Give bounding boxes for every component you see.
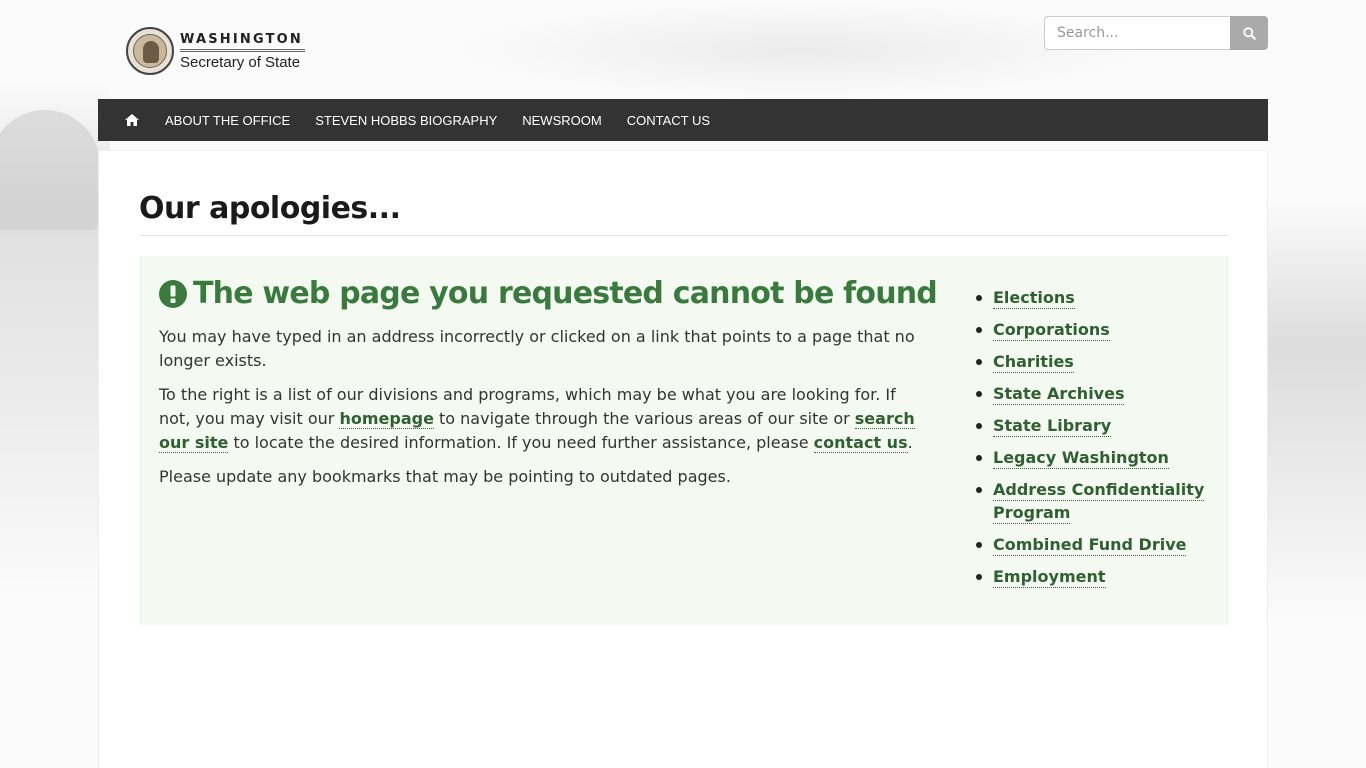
exclamation-circle-icon [159,279,187,308]
link-corporations[interactable]: Corporations [993,320,1110,341]
list-item: Legacy Washington [975,446,1215,469]
link-legacy-washington[interactable]: Legacy Washington [993,448,1169,469]
search-form [1044,16,1268,50]
logo-secretary-of-state: Secretary of State [180,53,301,71]
background-trees [1266,200,1366,620]
error-paragraph-3: Please update any bookmarks that may be … [159,467,731,486]
link-elections[interactable]: Elections [993,288,1075,309]
contact-us-link[interactable]: contact us [813,433,908,453]
nav-about-the-office[interactable]: ABOUT THE OFFICE [165,113,290,128]
main-content: Our apologies... The web page you reques… [98,150,1268,768]
list-item: Employment [975,565,1215,588]
page-title: Our apologies... [139,191,401,226]
site-logo[interactable]: WASHINGTON Secretary of State [126,27,306,75]
nav-newsroom[interactable]: NEWSROOM [522,113,601,128]
error-paragraph-2: To the right is a list of our divisions … [159,385,915,453]
link-address-confidentiality-program[interactable]: Address Confidentiality Program [993,480,1205,524]
link-state-archives[interactable]: State Archives [993,384,1125,405]
search-input[interactable] [1044,16,1230,50]
list-item: Corporations [975,318,1215,341]
link-charities[interactable]: Charities [993,352,1074,373]
list-item: Elections [975,286,1215,309]
homepage-link[interactable]: homepage [339,409,434,429]
list-item: Charities [975,350,1215,373]
link-employment[interactable]: Employment [993,567,1106,588]
site-header: WASHINGTON Secretary of State [98,0,1268,99]
nav-contact-us[interactable]: CONTACT US [627,113,710,128]
logo-washington: WASHINGTON [180,32,306,52]
home-icon [125,114,139,126]
background-dome [0,110,100,230]
state-seal-icon [126,27,174,75]
error-message: The web page you requested cannot be fou… [159,276,938,489]
list-item: State Library [975,414,1215,437]
main-nav: ABOUT THE OFFICE STEVEN HOBBS BIOGRAPHY … [98,99,1268,141]
divisions-list: Elections Corporations Charities State A… [975,286,1215,597]
list-item: Combined Fund Drive [975,533,1215,556]
list-item: Address Confidentiality Program [975,478,1215,524]
error-heading-text: The web page you requested cannot be fou… [193,276,938,311]
error-heading: The web page you requested cannot be fou… [159,276,938,311]
nav-home-button[interactable] [125,112,143,128]
link-state-library[interactable]: State Library [993,416,1112,437]
error-panel: The web page you requested cannot be fou… [139,256,1229,625]
search-icon [1242,26,1256,40]
nav-steven-hobbs-biography[interactable]: STEVEN HOBBS BIOGRAPHY [315,113,497,128]
link-combined-fund-drive[interactable]: Combined Fund Drive [993,535,1187,556]
search-button[interactable] [1230,16,1268,50]
error-paragraph-1: You may have typed in an address incorre… [159,327,915,370]
list-item: State Archives [975,382,1215,405]
title-divider [139,235,1229,236]
